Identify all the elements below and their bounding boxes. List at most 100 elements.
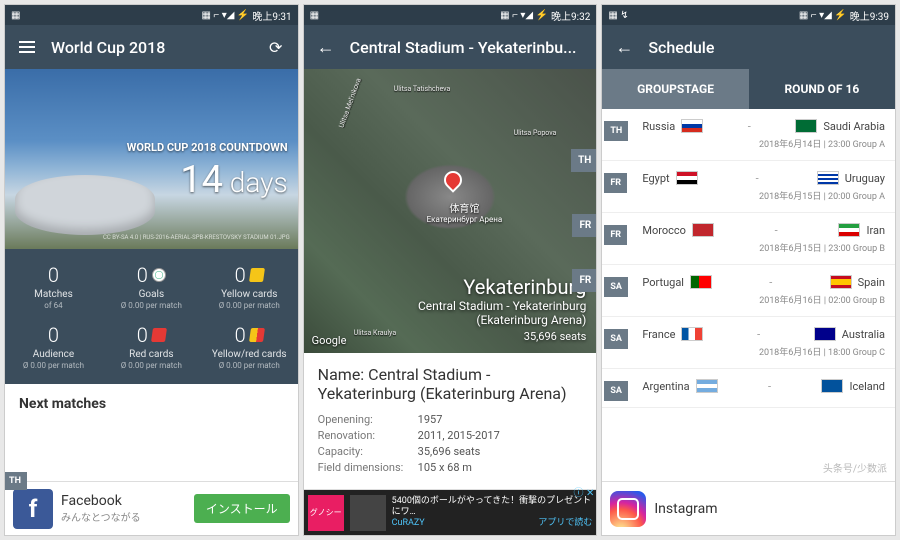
install-button[interactable]: インストール xyxy=(194,494,290,523)
stadium-details: Name: Central Stadium - Yekaterinburg (E… xyxy=(304,353,597,489)
ad-text: Instagram xyxy=(654,501,895,517)
day-badge: FR xyxy=(604,225,627,245)
away-team: Uruguay xyxy=(817,171,885,185)
street-label: Ulitsa Popova xyxy=(514,129,557,137)
page-title: Central Stadium - Yekaterinbu... xyxy=(350,38,585,57)
app-bar: World Cup 2018 ⟳ xyxy=(5,25,298,69)
match-row[interactable]: SA Portugal - Spain 2018年6月16日 | 02:00 G… xyxy=(602,265,895,317)
day-badge: SA xyxy=(604,381,628,401)
status-time: 晚上9:31 xyxy=(252,8,291,23)
away-team: Iran xyxy=(838,223,885,237)
street-label: Ulitsa Tatishcheva xyxy=(394,85,451,93)
flag-icon xyxy=(817,171,839,185)
map-view[interactable]: Ulitsa Mel'nikova Ulitsa Tatishcheva Uli… xyxy=(304,69,597,353)
day-badge: TH xyxy=(571,149,597,172)
status-icons: ▦ ⌐ ▾◢ ⚡ xyxy=(201,10,249,21)
away-team: Spain xyxy=(830,275,885,289)
day-badge: SA xyxy=(604,329,628,349)
countdown-value: 14 days xyxy=(127,158,288,202)
flag-icon xyxy=(681,119,703,133)
score-separator: - xyxy=(748,120,751,133)
tab-groupstage[interactable]: GROUPSTAGE xyxy=(602,69,748,109)
menu-icon[interactable] xyxy=(17,37,37,57)
page-title: Schedule xyxy=(648,38,883,57)
page-title: World Cup 2018 xyxy=(51,38,252,57)
ad-info-icon[interactable]: ⓘ ✕ xyxy=(573,484,594,499)
app-bar: ← Schedule xyxy=(602,25,895,69)
away-team: Australia xyxy=(814,327,885,341)
facebook-icon: f xyxy=(13,489,53,529)
stat-cell: 0 Matches of 64 xyxy=(5,257,102,316)
detail-row: Renovation:2011, 2015-2017 xyxy=(318,429,583,442)
countdown-label: WORLD CUP 2018 COUNTDOWN xyxy=(127,141,288,154)
score-separator: - xyxy=(769,276,772,289)
flag-icon xyxy=(696,379,718,393)
stats-grid: 0 Matches of 64 0 Goals Ø 0.00 per match… xyxy=(5,249,298,384)
match-meta: 2018年6月15日 | 23:00 Group B xyxy=(642,241,885,254)
day-badge: FR xyxy=(604,173,627,193)
stat-cell: 0 Goals Ø 0.00 per match xyxy=(103,257,200,316)
ad-banner[interactable]: Instagram xyxy=(602,481,895,535)
detail-row: Capacity:35,696 seats xyxy=(318,445,583,458)
status-icon-left: ▦ xyxy=(310,10,319,21)
match-row[interactable]: FR Egypt - Uruguay 2018年6月15日 | 20:00 Gr… xyxy=(602,161,895,213)
stat-icon xyxy=(249,268,265,282)
flag-icon xyxy=(830,275,852,289)
ad-banner[interactable]: グノシー 5400個のボールがやってきた！衝撃のプレゼントにワ… CuRAZY … xyxy=(304,489,597,535)
status-time: 晚上9:32 xyxy=(551,8,590,23)
match-row[interactable]: TH Russia - Saudi Arabia 2018年6月14日 | 23… xyxy=(602,109,895,161)
day-badge: FR xyxy=(572,269,597,292)
flag-icon xyxy=(821,379,843,393)
stat-cell: 0 Yellow/red cards Ø 0.00 per match xyxy=(201,317,298,376)
street-label: Ulitsa Kraulya xyxy=(354,329,396,337)
hero-banner: WORLD CUP 2018 COUNTDOWN 14 days CC BY-S… xyxy=(5,69,298,249)
ad-text: 5400個のボールがやってきた！衝撃のプレゼントにワ… CuRAZY アプリで読… xyxy=(392,496,593,528)
stadium-name: Name: Central Stadium - Yekaterinburg (E… xyxy=(318,365,583,403)
status-bar: ▦ ↯ ▦ ⌐ ▾◢ ⚡ 晚上9:39 xyxy=(602,5,895,25)
status-icons: ▦ ⌐ ▾◢ ⚡ xyxy=(500,10,548,21)
match-list[interactable]: TH Russia - Saudi Arabia 2018年6月14日 | 23… xyxy=(602,109,895,481)
match-row[interactable]: SA France - Australia 2018年6月16日 | 18:00… xyxy=(602,317,895,369)
flag-icon xyxy=(690,275,712,289)
ad-banner[interactable]: TH f Facebook みんなとつながる インストール xyxy=(5,481,298,535)
day-badge: SA xyxy=(604,277,628,297)
detail-row: Openening:1957 xyxy=(318,413,583,426)
screen-home: ▦ ▦ ⌐ ▾◢ ⚡ 晚上9:31 World Cup 2018 ⟳ WORLD… xyxy=(4,4,299,536)
match-row[interactable]: SA Argentina - Iceland xyxy=(602,369,895,408)
ad-icon: グノシー xyxy=(308,495,344,531)
status-icons: ▦ ⌐ ▾◢ ⚡ xyxy=(799,10,847,21)
home-team: Portugal xyxy=(642,275,712,289)
away-team: Iceland xyxy=(821,379,885,393)
stat-icon xyxy=(152,268,166,282)
back-icon[interactable]: ← xyxy=(614,37,634,57)
flag-icon xyxy=(814,327,836,341)
ad-text: Facebook みんなとつながる xyxy=(61,493,194,524)
status-bar: ▦ ▦ ⌐ ▾◢ ⚡ 晚上9:32 xyxy=(304,5,597,25)
tab-round-of-16[interactable]: ROUND OF 16 xyxy=(749,69,895,109)
app-bar: ← Central Stadium - Yekaterinbu... xyxy=(304,25,597,69)
home-team: Egypt xyxy=(642,171,697,185)
back-icon[interactable]: ← xyxy=(316,37,336,57)
stat-icon xyxy=(151,328,167,342)
match-meta: 2018年6月16日 | 18:00 Group C xyxy=(642,345,885,358)
day-badge: TH xyxy=(4,472,27,490)
score-separator: - xyxy=(768,380,771,393)
home-team: France xyxy=(642,327,703,341)
refresh-icon[interactable]: ⟳ xyxy=(266,37,286,57)
map-pin-label: 体育馆Екатеринбург Арена xyxy=(427,200,503,224)
match-row[interactable]: FR Morocco - Iran 2018年6月15日 | 23:00 Gro… xyxy=(602,213,895,265)
match-meta: 2018年6月15日 | 20:00 Group A xyxy=(642,189,885,202)
stat-cell: 0 Red cards Ø 0.00 per match xyxy=(103,317,200,376)
google-watermark: Google xyxy=(312,334,347,347)
day-badge: TH xyxy=(604,121,628,141)
watermark: 头条号/少数派 xyxy=(823,460,887,475)
ad-thumbnail xyxy=(350,495,386,531)
away-team: Saudi Arabia xyxy=(795,119,885,133)
status-icon-left: ▦ ↯ xyxy=(608,10,628,21)
day-badge: FR xyxy=(572,214,597,237)
instagram-icon xyxy=(610,491,646,527)
match-meta: 2018年6月16日 | 02:00 Group B xyxy=(642,293,885,306)
status-bar: ▦ ▦ ⌐ ▾◢ ⚡ 晚上9:31 xyxy=(5,5,298,25)
image-credit: CC BY-SA 4.0 | RUS-2016-AERIAL-SPB-KREST… xyxy=(103,234,290,241)
next-matches-heading: Next matches xyxy=(5,384,298,424)
